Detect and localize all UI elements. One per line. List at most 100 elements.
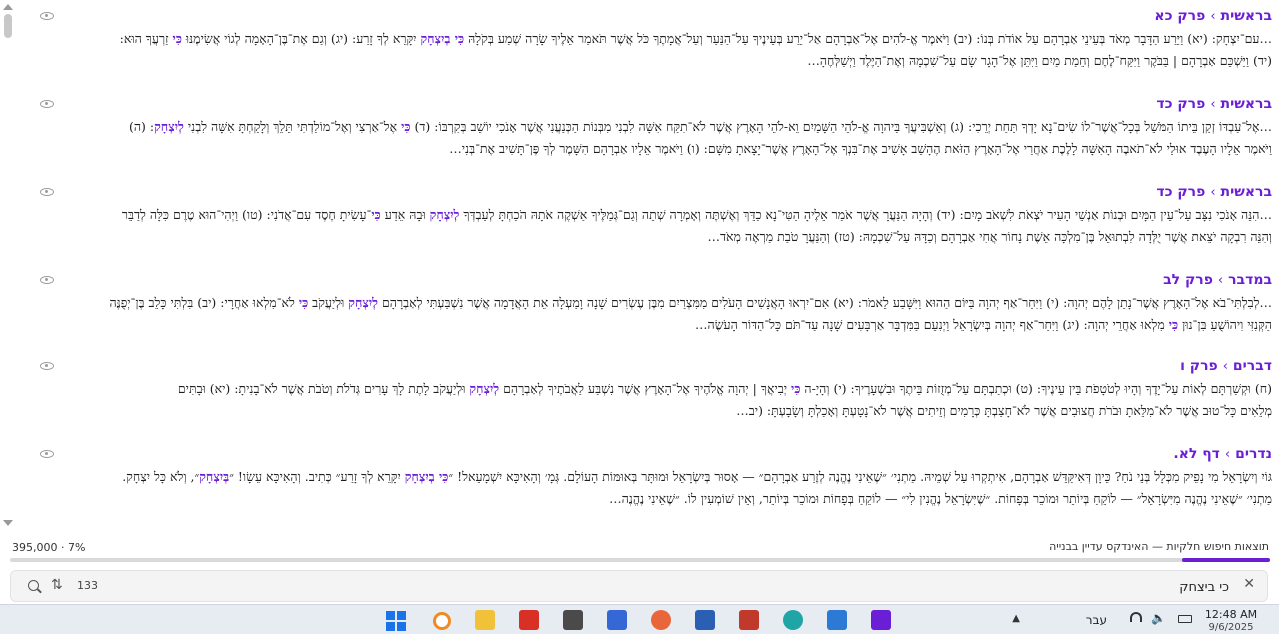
eye-icon[interactable] (40, 188, 54, 196)
result-text: וּלְיַעֲקֹב לָתֶת לָךְ עָרִים גְּדֹלֹת ו… (177, 381, 470, 396)
app-red-icon[interactable] (739, 610, 759, 630)
result-header: בראשית › פרק כא (20, 4, 1272, 28)
eye-icon[interactable] (40, 100, 54, 108)
search-result[interactable]: בראשית › פרק כד …הִנֵּה אָנֹכִי נִצָּב עַל־… (20, 180, 1272, 248)
highlighted-match: כִּי בְיִצְחָק (420, 31, 465, 46)
breadcrumb-separator-icon: › (1224, 446, 1231, 462)
tray-chevron-up-icon[interactable]: ▲ (1012, 613, 1020, 624)
result-text: ״, וְלֹא כָּל יִצְחָק. (122, 469, 200, 484)
result-header: דברים › פרק ו (20, 354, 1272, 378)
scroll-down-arrow-icon[interactable] (3, 520, 13, 526)
result-text: …עם־יִצְחָק: (יא) וַיֵּרַע הַדָּבָר מְאֹ… (464, 31, 1272, 46)
result-text: אֶל־אַרְצִי וְאֶל־מוֹלַדְתִּי תֵּלֵךְ וְ… (183, 119, 402, 134)
tray-time[interactable]: 12:48 AM (1201, 608, 1261, 621)
result-text-line: הַקְּנִזִּי וִיהוֹשֻׁעַ בִּן־נוּן כִּי מ… (20, 314, 1272, 336)
result-header: בראשית › פרק כד (20, 92, 1272, 116)
result-book[interactable]: דברים (1233, 358, 1272, 374)
app-l-icon[interactable] (519, 610, 539, 630)
result-text-line: (יד) וַיַּשְׁכֵּם אַבְרָהָם | בַּבֹּקֶר … (20, 50, 1272, 72)
eye-icon[interactable] (40, 362, 54, 370)
result-book[interactable]: בראשית (1221, 8, 1272, 24)
index-progress-fill (1181, 558, 1270, 562)
result-text-line: …אֶל־עַבְדּוֹ זְקַן בֵּיתוֹ הַמֹּשֵׁל בְ… (20, 116, 1272, 138)
result-chapter[interactable]: דף לא. (1173, 446, 1220, 462)
clear-icon[interactable]: ✕ (1243, 576, 1255, 592)
scroll-up-arrow-icon[interactable] (3, 4, 13, 10)
result-book[interactable]: בראשית (1221, 96, 1272, 112)
volume-icon[interactable]: 🔈 (1151, 611, 1166, 625)
index-progress-bar (10, 558, 1270, 562)
app-blue-icon[interactable] (607, 610, 627, 630)
result-chapter[interactable]: פרק כד (1156, 184, 1205, 200)
breadcrumb-separator-icon: › (1210, 184, 1216, 200)
wifi-icon[interactable] (1130, 612, 1142, 622)
edge-icon[interactable] (783, 610, 803, 630)
result-text-line: גּוֹיִ וְיִשְׂרָאֵל מִי נָפֵיק מִכְּלָל … (20, 466, 1272, 488)
result-text: יְבִיאֲךָ | יְהוָה אֱלֹהֶיךָ אֶל־הָאָרֶץ… (499, 381, 792, 396)
app-grid-icon[interactable] (563, 610, 583, 630)
result-text-line: מַתְנִי׳ ״שֶׁאֵינִי נֶהֱנֶה מִיִּשְׂרָאֵ… (20, 488, 1272, 510)
result-chapter[interactable]: פרק כא (1154, 8, 1205, 24)
highlighted-match: לְיִצְחָק (469, 381, 500, 396)
search-result-count: 133 (77, 579, 98, 592)
search-result[interactable]: במדבר › פרק לב …לְבִלְתִּי־בֹא אֶל־הָאָרֶץ … (20, 268, 1272, 336)
status-count: 395,000 · 7% (12, 541, 86, 554)
highlighted-match: לְיִצְחָק (429, 207, 460, 222)
search-input[interactable] (827, 575, 1231, 599)
windows-start-icon[interactable] (386, 611, 406, 631)
search-result[interactable]: בראשית › פרק כא …עם־יִצְחָק: (יא) וַיֵּרַע … (20, 4, 1272, 72)
eye-icon[interactable] (40, 276, 54, 284)
system-tray: ▲ עבר 🔈 12:48 AM 9/6/2025 (999, 605, 1279, 634)
app-star-icon[interactable] (651, 610, 671, 630)
breadcrumb-separator-icon: › (1210, 8, 1216, 24)
result-header: נדרים › דף לא. (20, 442, 1272, 466)
result-text: …אֶל־עַבְדּוֹ זְקַן בֵּיתוֹ הַמֹּשֵׁל בְ… (410, 119, 1272, 134)
highlighted-match: כִּי (172, 31, 182, 46)
result-chapter[interactable]: פרק ו (1180, 358, 1218, 374)
scrollbar-thumb[interactable] (4, 14, 12, 38)
status-message: תוצאות חיפוש חלקיות — האינדקס עדיין בבני… (1049, 540, 1269, 553)
result-book[interactable]: נדרים (1235, 446, 1272, 462)
active-app-icon[interactable] (871, 610, 891, 630)
result-header: במדבר › פרק לב (20, 268, 1272, 292)
vscode-icon[interactable] (827, 610, 847, 630)
word-icon[interactable] (695, 610, 715, 630)
result-book[interactable]: במדבר (1228, 272, 1272, 288)
search-result[interactable]: נדרים › דף לא. גּוֹיִ וְיִשְׂרָאֵל מִי נָפֵ… (20, 442, 1272, 510)
search-result[interactable]: דברים › פרק ו (ח) וּקְשַׁרְתָּם לְאוֹת עַל־… (20, 354, 1272, 422)
result-text: מַתְנִי׳ ״שֶׁאֵינִי נֶהֱנֶה מִיִּשְׂרָאֵ… (609, 491, 1272, 506)
result-text-line: …לְבִלְתִּי־בֹא אֶל־הָאָרֶץ אֲשֶׁר־נָתַן… (20, 292, 1272, 314)
file-explorer-icon[interactable] (475, 610, 495, 630)
result-text: לֹא־מִלְאוּ אַחֲרָי: (יב) בִּלְתִּי כָּל… (109, 295, 299, 310)
result-text: ־עָשִׂיתָ חֶסֶד עִם־אֲדֹנִי: (טו) וַיְהִ… (121, 207, 372, 222)
result-text-line: וַיֹּאמֶר אֵלָיו הָעֶבֶד אוּלַי לֹא־תֹאב… (20, 138, 1272, 160)
results-pane[interactable]: בראשית › פרק כא …עם־יִצְחָק: (יא) וַיֵּרַע … (0, 0, 1279, 532)
status-bar: 395,000 · 7% תוצאות חיפוש חלקיות — האינד… (0, 536, 1279, 558)
highlighted-match: כִּי (401, 119, 411, 134)
result-text-line: …עם־יִצְחָק: (יא) וַיֵּרַע הַדָּבָר מְאֹ… (20, 28, 1272, 50)
result-book[interactable]: בראשית (1221, 184, 1272, 200)
result-text: הַקְּנִזִּי וִיהוֹשֻׁעַ בִּן־נוּן (1178, 317, 1272, 332)
search-bar: ⇅ 133 ✕ (10, 570, 1268, 602)
result-text: גּוֹיִ וְיִשְׂרָאֵל מִי נָפֵיק מִכְּלָל … (448, 469, 1272, 484)
result-chapter[interactable]: פרק כד (1156, 96, 1205, 112)
result-text: מְלֵאִים כָּל־טוּב אֲשֶׁר לֹא־מִלֵּאתָ ו… (736, 403, 1272, 418)
search-taskbar-icon[interactable] (433, 612, 451, 630)
eye-icon[interactable] (40, 450, 54, 458)
search-result[interactable]: בראשית › פרק כד …אֶל־עַבְדּוֹ זְקַן בֵּיתוֹ… (20, 92, 1272, 160)
breadcrumb-separator-icon: › (1222, 358, 1228, 374)
result-text: (יד) וַיַּשְׁכֵּם אַבְרָהָם | בַּבֹּקֶר … (807, 53, 1272, 68)
breadcrumb-separator-icon: › (1217, 272, 1224, 288)
sort-icon[interactable]: ⇅ (51, 577, 63, 593)
result-text: וּלְיַעֲקֹב (308, 295, 349, 310)
battery-icon[interactable] (1178, 615, 1192, 623)
highlighted-match: כִּי (298, 295, 309, 310)
result-text-line: מְלֵאִים כָּל־טוּב אֲשֶׁר לֹא־מִלֵּאתָ ו… (20, 400, 1272, 422)
eye-icon[interactable] (40, 12, 54, 20)
tray-date[interactable]: 9/6/2025 (1201, 622, 1261, 633)
tray-language[interactable]: עבר (1086, 613, 1107, 627)
result-chapter[interactable]: פרק לב (1163, 272, 1213, 288)
result-text: …לְבִלְתִּי־בֹא אֶל־הָאָרֶץ אֲשֶׁר־נָתַן… (378, 295, 1272, 310)
search-icon[interactable] (28, 580, 39, 591)
result-text: יִקָּרֵא לְךָ זָרַע״ כְּתִיב. וְהָאִיכָּ… (229, 469, 405, 484)
